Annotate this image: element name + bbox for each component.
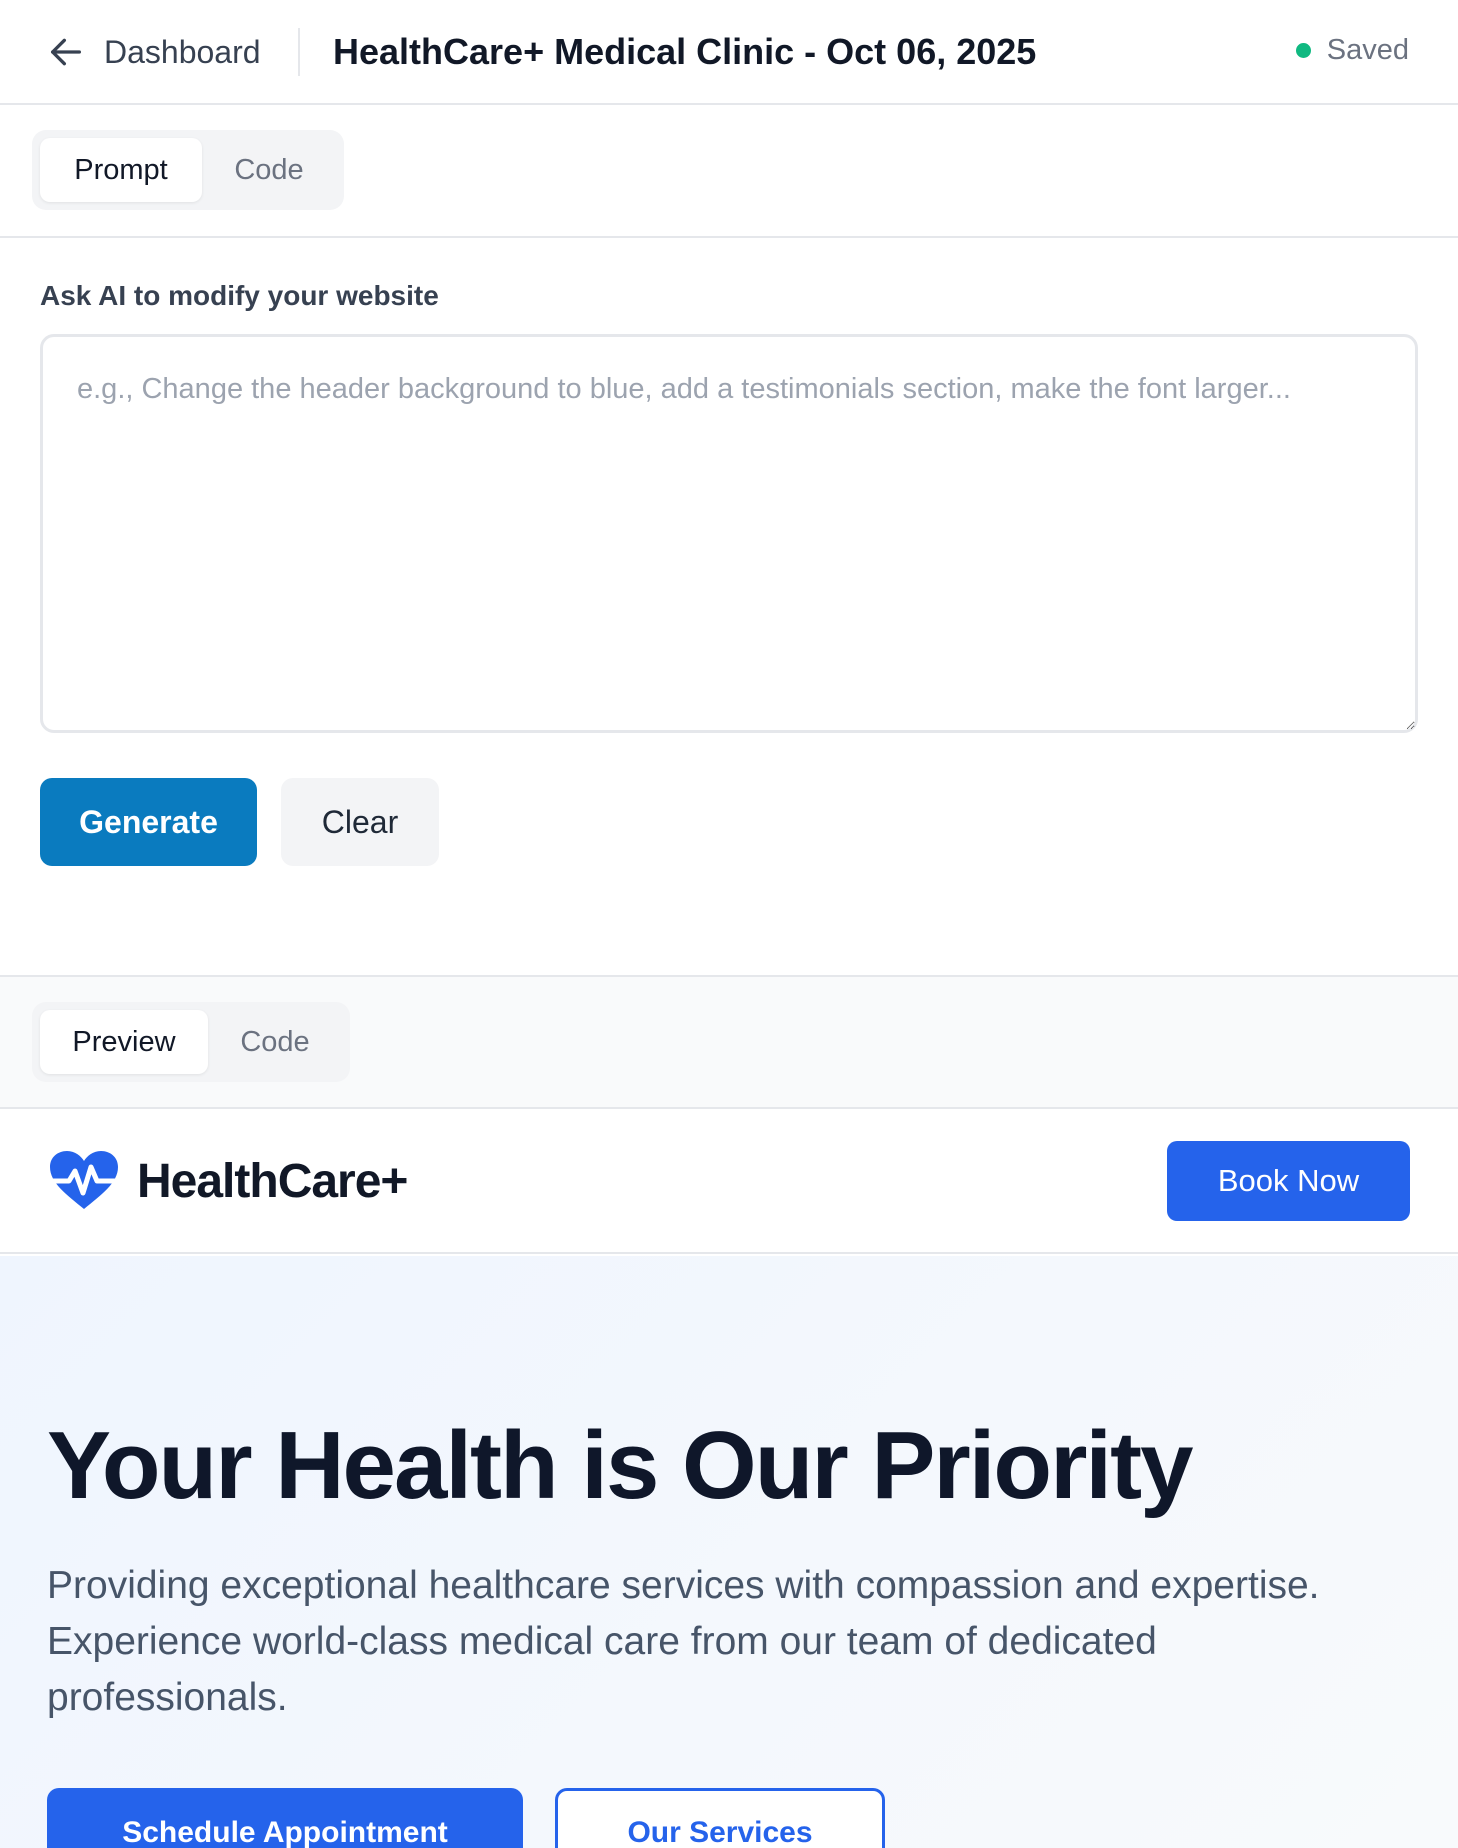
clear-button[interactable]: Clear xyxy=(281,778,439,866)
tab-prompt[interactable]: Prompt xyxy=(40,138,202,202)
hero-title: Your Health is Our Priority xyxy=(47,1412,1193,1519)
site-navbar: HealthCare+ Book Now xyxy=(0,1109,1458,1254)
heart-pulse-icon xyxy=(47,1151,121,1209)
prompt-label: Ask AI to modify your website xyxy=(40,280,439,311)
book-now-button[interactable]: Book Now xyxy=(1167,1141,1410,1221)
site-logo-text: HealthCare+ xyxy=(137,1154,408,1208)
tab-preview[interactable]: Preview xyxy=(40,1010,208,1074)
editor-tabs: Prompt Code xyxy=(32,130,344,210)
save-status-label: Saved xyxy=(1326,34,1409,66)
our-services-button[interactable]: Our Services xyxy=(555,1788,885,1848)
prompt-input[interactable] xyxy=(40,334,1418,733)
preview-tabs-bar: Preview Code xyxy=(0,975,1458,1109)
save-status: Saved xyxy=(1295,34,1409,67)
app-header: Dashboard HealthCare+ Medical Clinic - O… xyxy=(0,0,1458,105)
hero-subtitle: Providing exceptional healthcare service… xyxy=(47,1564,1320,1719)
schedule-appointment-button[interactable]: Schedule Appointment xyxy=(47,1788,523,1848)
back-to-dashboard-link[interactable]: Dashboard xyxy=(46,30,261,74)
hero-section: Your Health is Our Priority Providing ex… xyxy=(0,1256,1458,1848)
arrow-left-icon xyxy=(51,38,82,66)
tab-preview-code[interactable]: Code xyxy=(208,1010,342,1074)
page-title: HealthCare+ Medical Clinic - Oct 06, 202… xyxy=(333,31,1037,72)
back-label: Dashboard xyxy=(104,33,261,70)
header-divider xyxy=(298,28,300,76)
site-logo[interactable]: HealthCare+ xyxy=(47,1149,408,1213)
generate-button[interactable]: Generate xyxy=(40,778,257,866)
tab-code[interactable]: Code xyxy=(202,138,336,202)
status-dot-icon xyxy=(1295,43,1311,58)
editor-tabs-bar: Prompt Code xyxy=(0,107,1458,238)
preview-tabs: Preview Code xyxy=(32,1002,350,1082)
